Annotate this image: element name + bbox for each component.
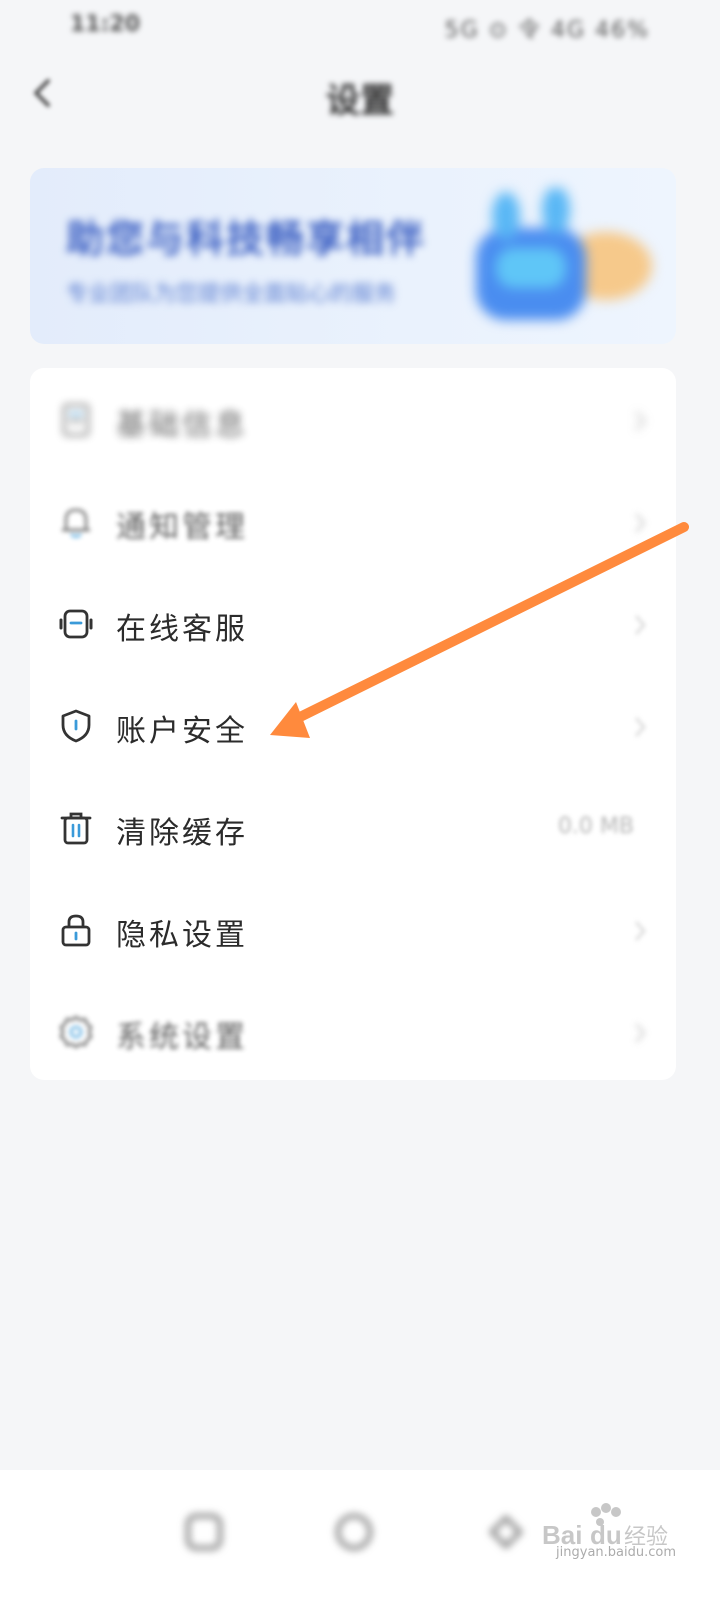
menu-item-label: 账户安全 — [116, 714, 248, 749]
mascot-illustration — [476, 188, 652, 320]
headset-icon — [59, 609, 93, 639]
compass-icon[interactable] — [332, 1510, 376, 1554]
menu-item-clear-cache[interactable]: 清除缓存 0.0 MB — [30, 778, 676, 880]
trash-icon — [60, 812, 92, 845]
gear-icon — [59, 1015, 93, 1049]
home-icon[interactable] — [182, 1510, 226, 1554]
menu-item-label: 通知管理 — [116, 510, 248, 545]
menu-item-label: 基础信息 — [116, 408, 248, 443]
banner-title: 助您与科技畅享相伴 — [66, 217, 427, 261]
chevron-right-icon — [634, 513, 647, 533]
lock-icon — [61, 914, 91, 947]
chevron-right-icon — [634, 921, 647, 941]
watermark-url: jingyan.baidu.com — [556, 1545, 676, 1560]
chevron-right-icon — [634, 411, 647, 431]
cache-size-value: 0.0 MB — [557, 814, 634, 839]
menu-item-online-service[interactable]: 在线客服 — [30, 574, 676, 676]
profile-icon[interactable] — [484, 1510, 528, 1554]
menu-item-label: 系统设置 — [116, 1020, 248, 1055]
status-icons: 5G ⊙ 令 4G 46% — [444, 18, 650, 43]
menu-item-privacy-settings[interactable]: 隐私设置 — [30, 880, 676, 982]
chevron-right-icon — [634, 615, 647, 635]
shield-icon — [61, 709, 91, 743]
status-bar: 11:20 5G ⊙ 令 4G 46% — [0, 0, 720, 50]
page-title: 设置 — [326, 81, 394, 121]
menu-item-notifications[interactable]: 通知管理 — [30, 472, 676, 574]
nav-bar: 设置 — [0, 55, 720, 135]
menu-item-account-security[interactable]: 账户安全 — [30, 676, 676, 778]
promo-banner[interactable]: 助您与科技畅享相伴 专业团队为您提供全面贴心的服务 — [30, 168, 676, 344]
menu-item-system-settings[interactable]: 系统设置 — [30, 982, 676, 1084]
status-time: 11:20 — [70, 12, 141, 37]
menu-item-label: 隐私设置 — [116, 918, 248, 953]
menu-item-basic-info[interactable]: 基础信息 — [30, 370, 676, 472]
chevron-right-icon — [634, 717, 647, 737]
settings-menu-card: 基础信息 通知管理 在线客服 账户安全 清除缓存 0.0 MB 隐私设置 系统设… — [30, 368, 676, 1080]
banner-subtitle: 专业团队为您提供全面贴心的服务 — [66, 282, 397, 307]
bell-icon — [61, 508, 91, 538]
chevron-right-icon — [634, 1023, 647, 1043]
menu-item-label: 在线客服 — [116, 612, 248, 647]
menu-item-label: 清除缓存 — [116, 816, 248, 851]
document-icon — [62, 403, 90, 437]
